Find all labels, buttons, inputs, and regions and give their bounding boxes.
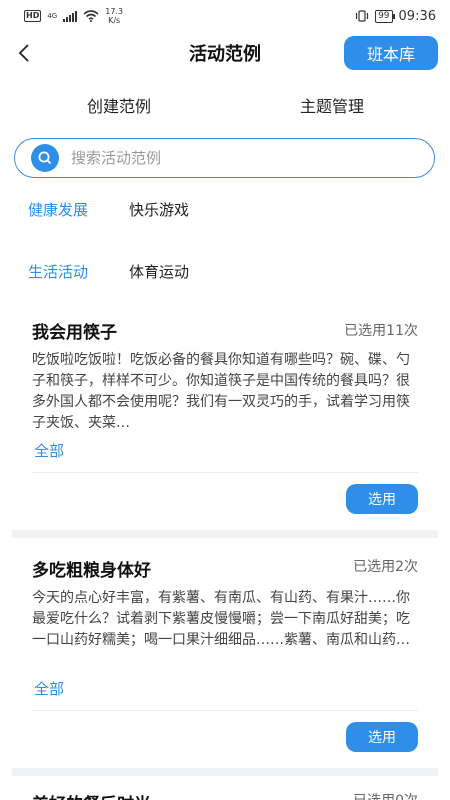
top-tabs: 创建范例 主题管理 <box>0 90 450 118</box>
card-description: 今天的点心好丰富，有紫薯、有南瓜、有山药、有果汁……你最爱吃什么？试着剥下紫薯皮… <box>32 590 410 648</box>
card-divider <box>32 710 418 711</box>
tab-create-example[interactable]: 创建范例 <box>87 93 151 117</box>
clock: 09:36 <box>398 8 436 24</box>
class-library-button[interactable]: 班本库 <box>344 36 438 70</box>
card-use-button[interactable]: 选用 <box>346 484 418 514</box>
card-usage-count: 已选用11次 <box>344 323 418 339</box>
network-speed: 17.3 K/s <box>105 7 123 25</box>
category-life-activities[interactable]: 生活活动 <box>28 261 88 282</box>
search-bar[interactable] <box>14 138 435 178</box>
category-row-1: 健康发展 快乐游戏 <box>0 196 450 224</box>
category-sports[interactable]: 体育运动 <box>129 261 189 282</box>
category-row-2: 生活活动 体育运动 <box>0 258 450 286</box>
hd-badge: HD <box>24 10 42 22</box>
card-title: 我会用筷子 <box>32 323 117 343</box>
tab-theme-management[interactable]: 主题管理 <box>300 93 364 117</box>
status-left: HD 4G 17.3 K/s <box>24 7 123 25</box>
battery-icon: 99 <box>375 9 396 23</box>
speed-unit: K/s <box>108 16 121 25</box>
category-happy-games[interactable]: 快乐游戏 <box>129 199 189 220</box>
card-show-all-link[interactable]: 全部 <box>34 440 64 461</box>
network-type: 4G <box>47 12 58 20</box>
status-bar: HD 4G 17.3 K/s 99 09:36 <box>0 0 450 32</box>
search-input[interactable] <box>71 149 371 167</box>
card-usage-count: 已选用0次 <box>353 790 418 800</box>
status-right: 99 09:36 <box>355 9 436 24</box>
card-separator <box>12 530 438 538</box>
card-title: 多吃粗粮身体好 <box>32 561 151 581</box>
wifi-icon <box>83 10 99 22</box>
activity-card[interactable]: 我会用筷子 已选用11次 吃饭啦吃饭啦！吃饭必备的餐具你知道有哪些吗？碗、碟、勺… <box>12 318 438 528</box>
search-icon[interactable] <box>31 144 59 172</box>
vibrate-icon <box>355 10 369 22</box>
card-usage-count: 已选用2次 <box>353 559 418 575</box>
activity-card[interactable]: 多吃粗粮身体好 已选用2次 今天的点心好丰富，有紫薯、有南瓜、有山药、有果汁……… <box>12 556 438 766</box>
signal-icon <box>63 10 78 22</box>
activity-card[interactable]: 美好的餐后时光 已选用0次 <box>12 790 438 800</box>
card-divider <box>32 472 418 473</box>
category-health-development[interactable]: 健康发展 <box>28 199 88 220</box>
card-use-button[interactable]: 选用 <box>346 722 418 752</box>
speed-value: 17.3 <box>105 7 124 16</box>
card-title: 美好的餐后时光 <box>32 790 151 800</box>
card-description: 吃饭啦吃饭啦！吃饭必备的餐具你知道有哪些吗？碗、碟、勺子和筷子，样样不可少。你知… <box>32 352 410 431</box>
card-show-all-link[interactable]: 全部 <box>34 678 64 699</box>
card-separator <box>12 768 438 776</box>
nav-bar: 活动范例 班本库 <box>0 34 450 74</box>
